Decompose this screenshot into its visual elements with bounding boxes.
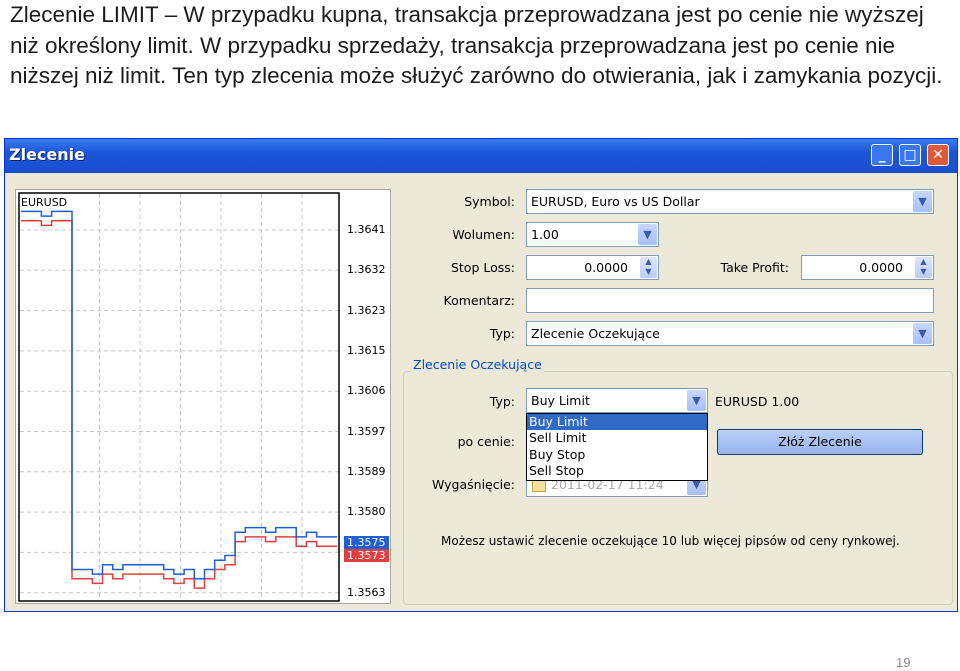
- y-tick-label: 1.3563: [347, 585, 386, 599]
- stop-loss-value: 0.0000: [584, 260, 628, 275]
- chevron-down-icon: ▼: [638, 224, 657, 245]
- place-order-button[interactable]: Złóż Zlecenie: [717, 429, 923, 455]
- comment-label: Komentarz:: [443, 293, 515, 308]
- plot-frame: [18, 192, 340, 602]
- info-note: Możesz ustawić zlecenie oczekujące 10 lu…: [441, 534, 900, 548]
- expiry-label: Wygaśnięcie:: [432, 477, 515, 492]
- page-number: 19: [896, 655, 911, 670]
- chevron-down-icon: ▼: [687, 390, 706, 411]
- y-tick-label: 1.3597: [347, 424, 386, 438]
- volume-select[interactable]: 1.00 ▼: [526, 222, 659, 247]
- pending-group-label: Zlecenie Oczekujące: [411, 357, 544, 372]
- symbol-value: EURUSD, Euro vs US Dollar: [531, 194, 700, 209]
- volume-value: 1.00: [531, 227, 559, 242]
- option-buy-limit[interactable]: Buy Limit: [527, 414, 707, 431]
- spinner-icon[interactable]: ▲ ▼: [640, 257, 657, 278]
- type-label: Typ:: [489, 326, 515, 341]
- title-bar: Zlecenie _ □ ✕: [5, 139, 957, 173]
- symbol-select[interactable]: EURUSD, Euro vs US Dollar ▼: [526, 189, 934, 214]
- comment-input[interactable]: [526, 288, 934, 313]
- ask-price-tag: 1.3575: [344, 536, 389, 549]
- pending-type-dropdown: Buy Limit Sell Limit Buy Stop Sell Stop: [526, 413, 708, 481]
- spinner-icon[interactable]: ▲ ▼: [915, 257, 932, 278]
- y-tick-label: 1.3589: [347, 464, 386, 478]
- window-title: Zlecenie: [9, 145, 85, 164]
- order-info: EURUSD 1.00: [715, 394, 800, 409]
- order-type-select[interactable]: Zlecenie Oczekujące ▼: [526, 321, 934, 346]
- pending-type-value: Buy Limit: [531, 393, 590, 408]
- chevron-down-icon: ▼: [913, 191, 932, 212]
- price-label: po cenie:: [457, 434, 515, 449]
- slide-text: Zlecenie LIMIT – W przypadku kupna, tran…: [10, 2, 943, 88]
- y-tick-label: 1.3641: [347, 223, 386, 236]
- chart-plot: [18, 192, 340, 602]
- stop-loss-label: Stop Loss:: [450, 260, 515, 275]
- pending-type-select[interactable]: Buy Limit ▼: [526, 388, 708, 413]
- pending-type-label: Typ:: [489, 394, 515, 409]
- order-window: Zlecenie _ □ ✕ EURUSD 1.3641 1.3632 1.3623…: [4, 138, 958, 612]
- y-tick-label: 1.3615: [347, 343, 386, 357]
- volume-label: Wolumen:: [452, 227, 515, 242]
- y-tick-label: 1.3623: [347, 303, 386, 317]
- chevron-down-icon: ▼: [913, 323, 932, 344]
- take-profit-input[interactable]: 0.0000 ▲ ▼: [801, 255, 934, 280]
- y-tick-label: 1.3580: [347, 505, 386, 519]
- stop-loss-input[interactable]: 0.0000 ▲ ▼: [526, 255, 659, 280]
- symbol-label: Symbol:: [464, 194, 515, 209]
- option-sell-stop[interactable]: Sell Stop: [527, 463, 707, 479]
- y-tick-label: 1.3606: [347, 384, 386, 398]
- close-button[interactable]: ✕: [927, 144, 949, 166]
- take-profit-value: 0.0000: [859, 260, 903, 275]
- bid-price-tag: 1.3573: [344, 549, 389, 562]
- maximize-button[interactable]: □: [899, 144, 921, 166]
- take-profit-label: Take Profit:: [720, 260, 790, 275]
- option-sell-limit[interactable]: Sell Limit: [527, 430, 707, 446]
- order-type-value: Zlecenie Oczekujące: [531, 326, 660, 341]
- chart-symbol: EURUSD: [21, 196, 68, 209]
- option-buy-stop[interactable]: Buy Stop: [527, 447, 707, 463]
- minimize-button[interactable]: _: [871, 144, 893, 166]
- y-tick-label: 1.3632: [347, 263, 386, 277]
